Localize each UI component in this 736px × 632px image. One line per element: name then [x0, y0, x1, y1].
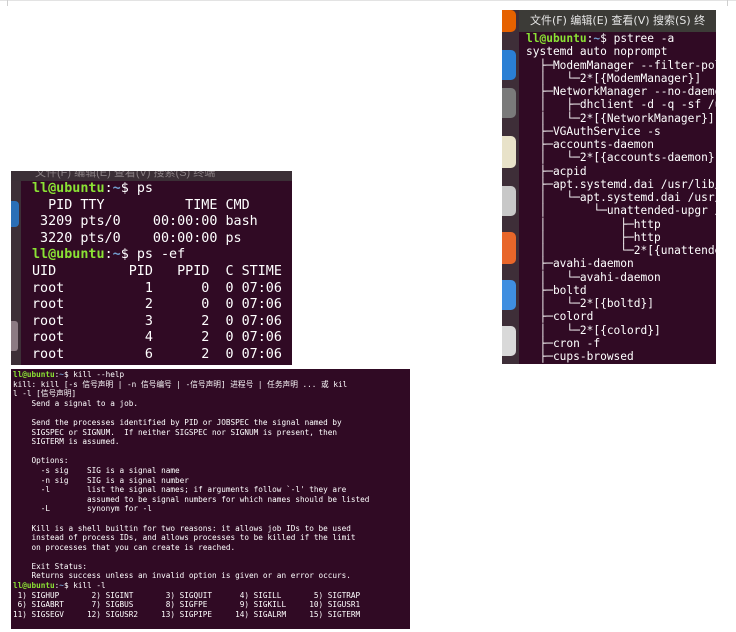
help-line: SIGSPEC or SIGNUM. If neither SIGSPEC no… — [13, 427, 337, 437]
page-corner-mark-right — [727, 0, 728, 6]
dock-app-icon[interactable] — [502, 50, 516, 80]
pstree-line: │ └─unattended-upgr / — [526, 204, 716, 218]
ps-header: PID TTY TIME CMD — [32, 197, 250, 213]
pstree-line: ├─avahi-daemon — [526, 257, 634, 271]
help-line: instead of process IDs, and allows proce… — [13, 533, 356, 543]
signal-line: 6) SIGABRT 7) SIGBUS 8) SIGFPE 9) SIGKIL… — [13, 600, 361, 610]
app-icon[interactable] — [11, 321, 18, 351]
pstree-line: │ └─2*[{ModemManager}] — [526, 71, 702, 85]
ps-ef-row: root 4 2 0 07:06 — [32, 330, 282, 346]
help-line: Send the processes identified by PID or … — [13, 417, 342, 427]
ps-ef-header: UID PID PPID C STIME — [32, 263, 282, 279]
help-line: Exit Status: — [13, 561, 88, 571]
dock-app-icon[interactable] — [502, 326, 516, 356]
terminal-output: ll@ubuntu:~$ ps PID TTY TIME CMD 3209 pt… — [32, 181, 282, 362]
prompt-path: ~ — [59, 581, 64, 591]
help-line: -s sig SIG is a signal name — [13, 465, 180, 475]
help-line: SIGTERM is assumed. — [13, 437, 120, 447]
pstree-line: ├─acpid — [526, 164, 587, 178]
help-line: Kill is a shell builtin for two reasons:… — [13, 523, 351, 533]
prompt-path: ~ — [59, 370, 64, 379]
help-line: kill: kill [-s 信号声明 | -n 信号编号 | -信号声明] 进… — [13, 379, 348, 389]
ps-ef-row: root 2 0 0 07:06 — [32, 297, 282, 313]
pstree-line: │ └─2*[{NetworkManager}] — [526, 111, 715, 125]
terminal-output: ll@ubuntu:~$ pstree -a systemd auto nopr… — [526, 32, 716, 363]
signal-line: 1) SIGHUP 2) SIGINT 3) SIGQUIT 4) SIGILL… — [13, 590, 361, 600]
command-text: ps — [136, 181, 153, 196]
help-line: Options: — [13, 456, 69, 466]
help-line: Send a signal to a job. — [13, 398, 138, 408]
terminal-window-pstree[interactable]: 文件(F) 编辑(E) 查看(V) 搜索(S) 终 ll@ubuntu:~$ p… — [502, 10, 716, 364]
ps-row: 3220 pts/0 00:00:00 ps — [32, 230, 242, 246]
pstree-line: │ ├─http — [526, 217, 661, 231]
terminal-output: ll@ubuntu:~$ kill --help kill: kill [-s … — [13, 370, 370, 619]
pstree-line: │ └─2*[{unattende — [526, 244, 716, 257]
kill-help-text: kill: kill [-s 信号声明 | -n 信号编号 | -信号声明] 进… — [13, 380, 369, 581]
pstree-line: ├─apt.systemd.dai /usr/lib/ — [526, 177, 716, 191]
terminal-window-kill[interactable]: ll@ubuntu:~$ kill --help kill: kill [-s … — [11, 369, 410, 629]
terminal-window-ps[interactable]: 文件(F) 编辑(E) 查看(V) 搜索(S) 终端 ll@ubuntu:~$ … — [11, 171, 292, 365]
help-line: -L synonym for -l — [13, 504, 152, 514]
ps-ef-row: root 3 2 0 07:06 — [32, 313, 282, 329]
help-line: assumed to be signal numbers for which n… — [13, 494, 370, 504]
page-corner-mark-left — [7, 0, 8, 6]
pstree-line: systemd auto noprompt — [526, 45, 668, 59]
page-top-border — [0, 0, 736, 1]
prompt-user: ll@ubuntu — [526, 32, 587, 45]
prompt-user: ll@ubuntu — [32, 181, 105, 196]
pstree-line: │ └─2*[{accounts-daemon}] — [526, 151, 716, 165]
help-line: -n sig SIG is a signal number — [13, 475, 189, 485]
prompt-user: ll@ubuntu — [32, 247, 105, 263]
pstree-line: ├─NetworkManager --no-daemo — [526, 85, 716, 98]
help-line: -l list the signal names; if arguments f… — [13, 485, 347, 495]
ps-ef-row: root 1 0 0 07:06 — [32, 280, 282, 296]
pstree-line: ├─accounts-daemon — [526, 138, 654, 151]
files-app-icon[interactable] — [11, 201, 19, 227]
terminal-menubar[interactable]: 文件(F) 编辑(E) 查看(V) 搜索(S) 终 — [519, 10, 716, 32]
launcher-dock-strip — [11, 181, 21, 365]
pstree-line: ├─VGAuthService -s — [526, 124, 661, 138]
pstree-line: ├─boltd — [526, 283, 587, 297]
pstree-line: │ └─apt.systemd.dai /usr/ — [526, 191, 716, 204]
prompt-user: ll@ubuntu — [13, 370, 55, 379]
dock-app-icon[interactable] — [502, 88, 516, 118]
ps-ef-row: root 6 2 0 07:06 — [32, 346, 282, 362]
pstree-line: ├─cups-browsed — [526, 350, 634, 363]
pstree-line: │ └─avahi-daemon — [526, 270, 661, 284]
pstree-line: │ ├─http — [526, 230, 661, 244]
dock-app-icon[interactable] — [502, 186, 516, 216]
help-line: on processes that you can create is reac… — [13, 542, 236, 552]
help-line: l -l [信号声明] — [13, 389, 77, 399]
command-text: kill -l — [73, 581, 106, 591]
dock-app-icon[interactable] — [502, 10, 516, 32]
pstree-output: systemd auto noprompt ├─ModemManager --f… — [526, 45, 716, 363]
pstree-line: ├─ModemManager --filter-pol — [526, 58, 716, 72]
pstree-line: │ └─2*[{colord}] — [526, 323, 661, 337]
prompt-path: ~ — [112, 247, 121, 263]
pstree-line: ├─colord — [526, 310, 594, 324]
dock-app-icon[interactable] — [502, 136, 516, 168]
prompt-user: ll@ubuntu — [13, 581, 55, 591]
signal-line: 11) SIGSEGV 12) SIGUSR2 13) SIGPIPE 14) … — [13, 609, 361, 619]
help-line: Returns success unless an invalid option… — [13, 571, 351, 581]
command-text: kill --help — [73, 370, 125, 379]
command-text: pstree -a — [613, 32, 675, 45]
prompt-path: ~ — [112, 181, 121, 196]
dock-app-icon[interactable] — [502, 280, 516, 310]
terminal-menubar-cropped: 文件(F) 编辑(E) 查看(V) 搜索(S) 终端 — [11, 171, 292, 181]
pstree-line: │ └─2*[{boltd}] — [526, 297, 654, 310]
pstree-line: │ ├─dhclient -d -q -sf /u — [526, 98, 716, 112]
command-text: ps -ef — [136, 247, 186, 263]
pstree-line: ├─cron -f — [526, 336, 601, 350]
prompt-path: ~ — [593, 32, 601, 45]
ps-row: 3209 pts/0 00:00:00 bash — [32, 214, 258, 230]
launcher-dock — [502, 10, 519, 364]
dock-app-icon[interactable] — [502, 232, 516, 264]
signal-list: 1) SIGHUP 2) SIGINT 3) SIGQUIT 4) SIGILL… — [13, 591, 360, 619]
